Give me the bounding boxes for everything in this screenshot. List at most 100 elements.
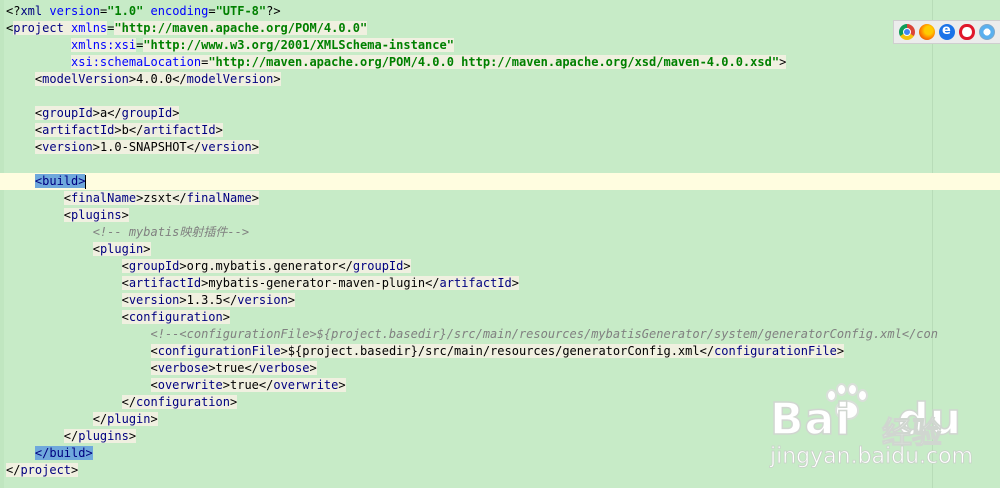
code-token: </ [222, 293, 238, 307]
code-line[interactable] [0, 88, 1000, 105]
code-token: 1.0-SNAPSHOT [99, 140, 187, 154]
code-line[interactable]: <finalName>zsxt</finalName> [0, 190, 1000, 207]
code-token: > [251, 140, 259, 154]
code-line[interactable]: <groupId>org.mybatis.generator</groupId> [0, 258, 1000, 275]
code-token: overwrite [273, 378, 339, 392]
code-token: groupId [42, 106, 93, 120]
code-token: mybatis-generator-maven-plugin [208, 276, 426, 290]
code-line[interactable]: <verbose>true</verbose> [0, 360, 1000, 377]
code-line[interactable]: <build> [0, 173, 1000, 190]
code-token: version [42, 140, 93, 154]
code-token: groupId [121, 106, 173, 120]
code-token: </ [338, 259, 353, 273]
code-line[interactable]: <!-- mybatis映射插件--> [0, 224, 1000, 241]
code-token: ?> [266, 4, 281, 18]
code-token: artifactId [439, 276, 512, 290]
code-line[interactable]: <configuration> [0, 309, 1000, 326]
code-token: "http://maven.apache.org/POM/4.0.0 http:… [208, 55, 780, 69]
code-token: > [121, 208, 129, 222]
code-token: < [63, 208, 72, 222]
code-token: 1.3.5 [186, 293, 223, 307]
code-token: </ [63, 429, 79, 443]
code-line[interactable]: <?xml version="1.0" encoding="UTF-8"?> [0, 3, 1000, 20]
code-token: > [511, 276, 519, 290]
code-token: > [229, 395, 238, 409]
code-token: ${project.basedir}/src/main/resources/ge… [287, 344, 700, 358]
code-token: xmlns:xsi [71, 38, 137, 52]
opera-icon[interactable] [959, 24, 975, 40]
code-token: zsxt [143, 191, 173, 205]
code-token: b [121, 123, 129, 137]
code-token: </ [699, 344, 715, 358]
code-line[interactable]: <version>1.3.5</version> [0, 292, 1000, 309]
code-token: > [215, 123, 223, 137]
code-token: </ [172, 191, 187, 205]
code-token: encoding [150, 4, 209, 18]
code-token: > [287, 293, 296, 307]
code-token: xsi:schemaLocation [71, 55, 202, 69]
code-line[interactable]: xsi:schemaLocation="http://maven.apache.… [0, 54, 1000, 71]
text-caret [85, 174, 87, 189]
code-token: < [150, 361, 158, 375]
code-token: </ [244, 361, 259, 375]
code-token: < [150, 344, 158, 358]
code-line[interactable]: <artifactId>mybatis-generator-maven-plug… [0, 275, 1000, 292]
code-token: > [836, 344, 845, 358]
code-token: > [150, 412, 158, 426]
code-token: > [208, 361, 216, 375]
code-token: < [63, 191, 72, 205]
code-line[interactable]: <groupId>a</groupId> [0, 105, 1000, 122]
code-token: < [92, 242, 100, 256]
code-token: </ [425, 276, 440, 290]
code-line[interactable]: <configurationFile > ${project.basedir}/sr… [0, 343, 1000, 360]
code-token: configurationFile [157, 344, 281, 358]
code-token: > [222, 310, 230, 324]
chrome-icon[interactable] [899, 24, 915, 40]
code-line[interactable]: <project xmlns="http://maven.apache.org/… [0, 20, 1000, 37]
code-token: </ [186, 140, 202, 154]
code-line[interactable]: <modelVersion>4.0.0</modelVersion> [0, 71, 1000, 88]
safari-icon[interactable] [979, 24, 995, 40]
code-token: > [179, 293, 187, 307]
code-token: true [215, 361, 245, 375]
code-token: plugin [99, 242, 144, 256]
code-token: groupId [352, 259, 404, 273]
code-line[interactable]: <artifactId>b</artifactId> [0, 122, 1000, 139]
code-token: > [143, 242, 151, 256]
code-token: artifactId [128, 276, 202, 290]
code-token: </ [92, 412, 108, 426]
code-token: </build> [34, 446, 93, 460]
code-token: < [121, 276, 129, 290]
firefox-icon[interactable] [919, 24, 935, 40]
code-token: configuration [128, 310, 223, 324]
code-line[interactable]: <plugin> [0, 241, 1000, 258]
code-line[interactable]: xmlns:xsi="http://www.w3.org/2001/XMLSch… [0, 37, 1000, 54]
ie-icon[interactable] [939, 23, 955, 40]
code-token: groupId [128, 259, 180, 273]
code-token: > [251, 191, 259, 205]
code-token: configuration [136, 395, 230, 409]
code-token: > [309, 361, 317, 375]
code-token: xmlns [71, 21, 108, 35]
code-token: artifactId [143, 123, 216, 137]
code-token: overwrite [157, 378, 223, 392]
code-line[interactable]: <plugins> [0, 207, 1000, 224]
code-token: > [403, 259, 411, 273]
code-line[interactable] [0, 156, 1000, 173]
code-line[interactable]: <version>1.0-SNAPSHOT</version> [0, 139, 1000, 156]
code-token: > [114, 123, 122, 137]
code-token: version [237, 293, 288, 307]
code-line[interactable]: <!--<configurationFile>${project.basedir… [0, 326, 1000, 343]
code-token: plugins [78, 429, 129, 443]
code-token: "http://maven.apache.org/POM/4.0.0" [114, 21, 368, 35]
